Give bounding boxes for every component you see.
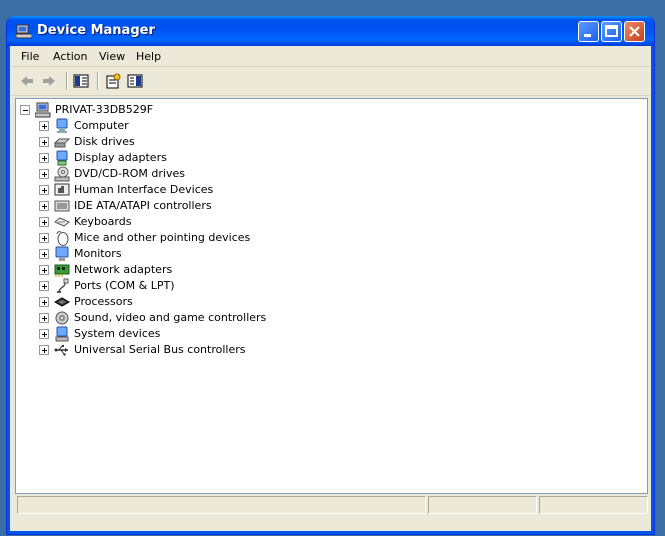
tree-item-monitors[interactable]: Monitors xyxy=(16,246,416,262)
tree-item-label: System devices xyxy=(74,327,161,340)
tree-item-disk-drives[interactable]: Disk drives xyxy=(16,134,416,150)
tree-item-label: Sound, video and game controllers xyxy=(74,311,267,324)
tree-item-usb-controllers[interactable]: Universal Serial Bus controllers xyxy=(16,342,416,358)
tree-item-label: Ports (COM & LPT) xyxy=(74,279,175,292)
show-hide-console-tree-icon[interactable] xyxy=(73,73,89,89)
expand-icon[interactable] xyxy=(39,313,49,323)
window-title: Device Manager xyxy=(37,23,155,38)
client-area: File Action View Help PRIVAT-33DB529F Co… xyxy=(11,46,650,531)
toolbar-separator xyxy=(66,72,68,90)
expand-icon[interactable] xyxy=(39,265,49,275)
disk-drive-icon xyxy=(54,138,70,148)
properties-icon[interactable] xyxy=(105,73,121,89)
menu-file[interactable]: File xyxy=(21,50,39,63)
status-cell-tertiary xyxy=(539,496,648,514)
tree-item-label: DVD/CD-ROM drives xyxy=(74,167,185,180)
tree-item-ports[interactable]: Ports (COM & LPT) xyxy=(16,278,416,294)
menu-action[interactable]: Action xyxy=(53,50,87,63)
forward-arrow-icon[interactable] xyxy=(41,73,57,89)
close-button[interactable] xyxy=(624,21,645,42)
expand-icon[interactable] xyxy=(39,185,49,195)
tree-item-processors[interactable]: Processors xyxy=(16,294,416,310)
toolbar xyxy=(11,67,650,96)
minimize-icon xyxy=(584,34,591,37)
port-icon xyxy=(57,278,69,293)
tree-item-network-adapters[interactable]: Network adapters xyxy=(16,262,416,278)
sound-icon xyxy=(55,311,69,325)
tree-item-label: Human Interface Devices xyxy=(74,183,214,196)
display-adapter-icon xyxy=(56,150,68,166)
expand-icon[interactable] xyxy=(39,217,49,227)
tree-item-human-interface-devices[interactable]: Human Interface Devices xyxy=(16,182,416,198)
tree-item-keyboards[interactable]: Keyboards xyxy=(16,214,416,230)
toolbar-separator xyxy=(97,72,99,90)
help-pane-icon[interactable] xyxy=(127,73,143,89)
device-tree[interactable]: PRIVAT-33DB529F Computer Disk drives Dis… xyxy=(15,98,648,494)
processor-icon xyxy=(54,297,70,307)
system-device-icon xyxy=(55,326,69,342)
status-cell-main xyxy=(17,496,426,514)
tree-item-mice[interactable]: Mice and other pointing devices xyxy=(16,230,416,246)
tree-item-label: IDE ATA/ATAPI controllers xyxy=(74,199,212,212)
expand-icon[interactable] xyxy=(39,249,49,259)
collapse-icon[interactable] xyxy=(20,105,30,115)
tree-item-label: Universal Serial Bus controllers xyxy=(74,343,246,356)
tree-item-label: Monitors xyxy=(74,247,122,260)
maximize-button[interactable] xyxy=(601,21,622,42)
hid-icon xyxy=(54,183,70,196)
device-manager-icon xyxy=(16,24,32,39)
tree-item-dvd-drives[interactable]: DVD/CD-ROM drives xyxy=(16,166,416,182)
tree-item-label: Display adapters xyxy=(74,151,167,164)
tree-item-label: Keyboards xyxy=(74,215,132,228)
keyboard-icon xyxy=(54,217,70,227)
network-adapter-icon xyxy=(54,264,70,277)
expand-icon[interactable] xyxy=(39,233,49,243)
status-cell-secondary xyxy=(428,496,537,514)
expand-icon[interactable] xyxy=(39,297,49,307)
tree-item-computer[interactable]: Computer xyxy=(16,118,416,134)
dvd-drive-icon xyxy=(54,166,70,182)
tree-item-ide-controllers[interactable]: IDE ATA/ATAPI controllers xyxy=(16,198,416,214)
menu-help[interactable]: Help xyxy=(136,50,161,63)
tree-item-label: Processors xyxy=(74,295,133,308)
expand-icon[interactable] xyxy=(39,169,49,179)
monitor-icon xyxy=(55,246,69,261)
tree-item-system-devices[interactable]: System devices xyxy=(16,326,416,342)
maximize-icon xyxy=(605,25,618,37)
ide-controller-icon xyxy=(54,200,70,212)
tree-item-label: Network adapters xyxy=(74,263,173,276)
title-bar[interactable]: Device Manager xyxy=(7,16,654,46)
tree-item-display-adapters[interactable]: Display adapters xyxy=(16,150,416,166)
tree-item-label: Computer xyxy=(74,119,129,132)
status-bar xyxy=(15,494,648,516)
expand-icon[interactable] xyxy=(39,153,49,163)
expand-icon[interactable] xyxy=(39,137,49,147)
expand-icon[interactable] xyxy=(39,201,49,211)
expand-icon[interactable] xyxy=(39,345,49,355)
minimize-button[interactable] xyxy=(578,21,599,42)
menu-bar: File Action View Help xyxy=(11,46,650,67)
expand-icon[interactable] xyxy=(39,281,49,291)
root-label: PRIVAT-33DB529F xyxy=(55,103,154,116)
close-icon xyxy=(629,26,640,37)
device-manager-window: Device Manager File Action View Help PRI… xyxy=(6,16,655,535)
tree-root[interactable]: PRIVAT-33DB529F xyxy=(16,102,316,118)
tree-item-label: Mice and other pointing devices xyxy=(74,231,251,244)
expand-icon[interactable] xyxy=(39,121,49,131)
mouse-icon xyxy=(56,231,69,246)
menu-view[interactable]: View xyxy=(99,50,125,63)
computer-icon xyxy=(35,102,51,118)
computer-icon xyxy=(56,118,68,133)
expand-icon[interactable] xyxy=(39,329,49,339)
back-arrow-icon[interactable] xyxy=(19,73,35,89)
tree-item-sound-video-game[interactable]: Sound, video and game controllers xyxy=(16,310,416,326)
usb-icon xyxy=(54,345,68,356)
tree-item-label: Disk drives xyxy=(74,135,135,148)
